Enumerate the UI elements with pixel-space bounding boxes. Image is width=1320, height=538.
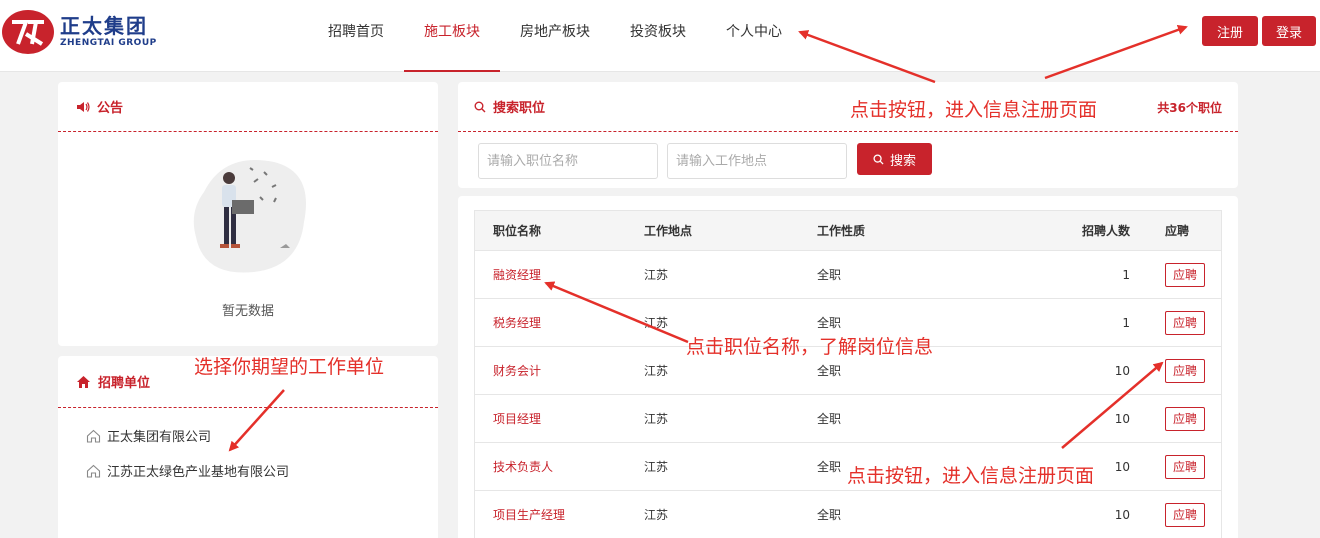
annotation-apply-hint: 点击按钮，进入信息注册页面 bbox=[847, 465, 1095, 487]
job-location: 江苏 bbox=[644, 268, 669, 282]
job-name-link[interactable]: 税务经理 bbox=[493, 314, 541, 331]
search-title: 搜索职位 bbox=[493, 101, 546, 116]
empty-state-text: 暂无数据 bbox=[221, 304, 274, 319]
apply-button[interactable]: 应聘 bbox=[1165, 454, 1205, 479]
job-search-card: 搜索职位 共36个职位 搜索 bbox=[458, 82, 1238, 188]
job-name-link[interactable]: 技术负责人 bbox=[493, 458, 553, 475]
apply-button[interactable]: 应聘 bbox=[1165, 502, 1205, 527]
unit-item-jiangsu-green-base[interactable]: 江苏正太绿色产业基地有限公司 bbox=[86, 461, 289, 480]
logo-name-cn: 正太集团 bbox=[60, 14, 148, 38]
top-header: 正太集团 ZHENGTAI GROUP 招聘首页 施工板块 房地产板块 投资板块… bbox=[0, 0, 1320, 72]
login-button[interactable]: 登录 bbox=[1262, 16, 1316, 46]
table-row: 项目生产经理 江苏 全职 10 应聘 bbox=[475, 491, 1221, 538]
job-location: 江苏 bbox=[644, 460, 669, 474]
notice-header: 公告 bbox=[58, 82, 438, 132]
job-headcount: 10 bbox=[1114, 507, 1130, 522]
annotation-job-name-hint: 点击职位名称，了解岗位信息 bbox=[686, 336, 934, 358]
register-button[interactable]: 注册 bbox=[1202, 16, 1258, 46]
units-title: 招聘单位 bbox=[98, 376, 151, 391]
nav-construction[interactable]: 施工板块 bbox=[404, 0, 500, 72]
unit-label: 江苏正太绿色产业基地有限公司 bbox=[107, 465, 290, 480]
logo-mark-icon bbox=[2, 10, 54, 54]
work-location-input[interactable] bbox=[667, 143, 847, 179]
company-logo[interactable]: 正太集团 ZHENGTAI GROUP bbox=[2, 10, 177, 54]
search-icon bbox=[474, 101, 486, 113]
job-headcount: 1 bbox=[1122, 267, 1130, 282]
job-table: 职位名称 工作地点 工作性质 招聘人数 应聘 融资经理 江苏 全职 1 应聘 税… bbox=[474, 210, 1222, 538]
table-header-row: 职位名称 工作地点 工作性质 招聘人数 应聘 bbox=[475, 211, 1221, 251]
apply-button[interactable]: 应聘 bbox=[1165, 358, 1205, 383]
apply-button[interactable]: 应聘 bbox=[1165, 262, 1205, 287]
house-outline-icon bbox=[86, 464, 101, 478]
job-type: 全职 bbox=[817, 268, 842, 282]
logo-name-en: ZHENGTAI GROUP bbox=[60, 38, 157, 48]
house-outline-icon bbox=[86, 429, 101, 443]
job-type: 全职 bbox=[817, 508, 842, 522]
nav-real-estate[interactable]: 房地产板块 bbox=[500, 0, 610, 72]
apply-button[interactable]: 应聘 bbox=[1165, 406, 1205, 431]
annotation-units-hint: 选择你期望的工作单位 bbox=[194, 356, 385, 378]
notice-card: 公告 暂无数据 bbox=[58, 82, 438, 346]
col-header-type: 工作性质 bbox=[817, 224, 866, 238]
job-location: 江苏 bbox=[644, 364, 669, 378]
recruiting-units-card: 招聘单位 正太集团有限公司 江苏正太绿色产业基地有限公司 bbox=[58, 356, 438, 538]
job-headcount: 10 bbox=[1114, 411, 1130, 426]
job-type: 全职 bbox=[817, 460, 842, 474]
apply-button[interactable]: 应聘 bbox=[1165, 310, 1205, 335]
job-location: 江苏 bbox=[644, 412, 669, 426]
search-button[interactable]: 搜索 bbox=[857, 143, 932, 175]
unit-item-zhengtai-group[interactable]: 正太集团有限公司 bbox=[86, 426, 211, 445]
search-button-label: 搜索 bbox=[889, 153, 916, 169]
job-name-link[interactable]: 项目生产经理 bbox=[493, 506, 565, 523]
home-icon bbox=[76, 375, 91, 389]
main-nav: 招聘首页 施工板块 房地产板块 投资板块 个人中心 bbox=[308, 0, 802, 72]
nav-investment[interactable]: 投资板块 bbox=[610, 0, 706, 72]
table-row: 项目经理 江苏 全职 10 应聘 bbox=[475, 395, 1221, 443]
job-headcount: 1 bbox=[1122, 315, 1130, 330]
col-header-location: 工作地点 bbox=[644, 224, 693, 238]
unit-label: 正太集团有限公司 bbox=[107, 430, 212, 445]
job-name-link[interactable]: 融资经理 bbox=[493, 266, 541, 283]
job-count-text: 共36个职位 bbox=[1157, 101, 1222, 115]
job-headcount: 10 bbox=[1114, 363, 1130, 378]
job-name-input[interactable] bbox=[478, 143, 658, 179]
annotation-register-hint: 点击按钮，进入信息注册页面 bbox=[850, 99, 1098, 121]
speaker-icon bbox=[76, 101, 90, 113]
job-location: 江苏 bbox=[644, 316, 669, 330]
search-header: 搜索职位 bbox=[458, 82, 1238, 132]
notice-title: 公告 bbox=[97, 101, 124, 116]
job-type: 全职 bbox=[817, 412, 842, 426]
nav-personal-center[interactable]: 个人中心 bbox=[706, 0, 802, 72]
job-name-link[interactable]: 财务会计 bbox=[493, 362, 541, 379]
col-header-apply: 应聘 bbox=[1165, 224, 1190, 238]
job-name-link[interactable]: 项目经理 bbox=[493, 410, 541, 427]
nav-recruit-home[interactable]: 招聘首页 bbox=[308, 0, 404, 72]
col-header-count: 招聘人数 bbox=[1081, 224, 1130, 238]
search-icon bbox=[873, 153, 884, 165]
job-location: 江苏 bbox=[644, 508, 669, 522]
empty-state-illustration bbox=[184, 152, 314, 282]
table-row: 融资经理 江苏 全职 1 应聘 bbox=[475, 251, 1221, 299]
col-header-name: 职位名称 bbox=[493, 224, 542, 238]
